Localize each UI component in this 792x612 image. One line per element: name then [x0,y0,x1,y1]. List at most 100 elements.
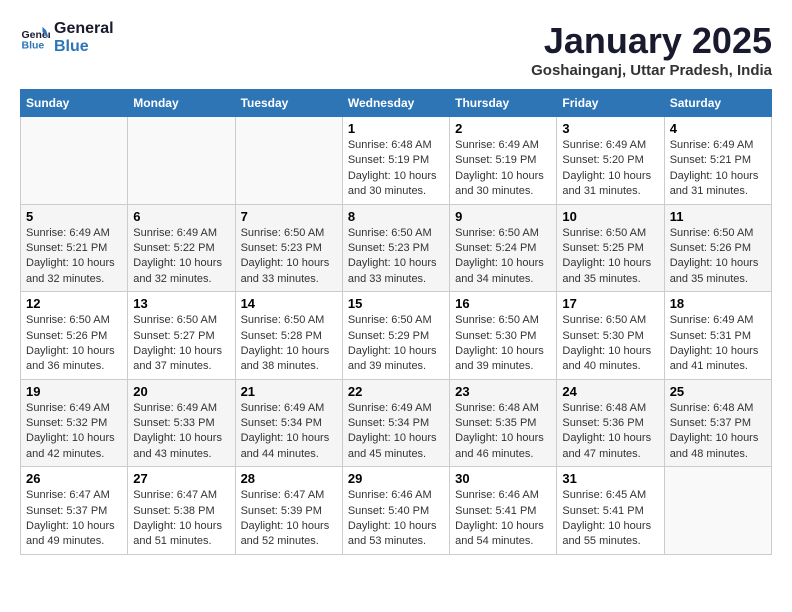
calendar-cell: 4Sunrise: 6:49 AM Sunset: 5:21 PM Daylig… [664,117,771,205]
calendar-cell: 8Sunrise: 6:50 AM Sunset: 5:23 PM Daylig… [342,204,449,292]
calendar-cell: 7Sunrise: 6:50 AM Sunset: 5:23 PM Daylig… [235,204,342,292]
calendar-cell: 14 Sunrise: 6:50 AM Sunset: 5:28 PM Dayli… [235,292,342,380]
calendar-cell: 11 Sunrise: 6:50 AM Sunset: 5:26 PM Dayli… [664,204,771,292]
day-info: Sunrise: 6:50 AM Sunset: 5:25 PM Dayligh… [562,226,658,288]
header-cell-saturday: Saturday [664,90,771,117]
calendar-cell: 19 Sunrise: 6:49 AM Sunset: 5:32 PM Dayli… [21,379,128,467]
day-number: 14 [241,296,337,311]
header-cell-wednesday: Wednesday [342,90,449,117]
title-block: January 2025 Goshainganj, Uttar Pradesh,… [531,20,772,79]
calendar-cell: 25 Sunrise: 6:48 AM Sunset: 5:37 PM Dayli… [664,379,771,467]
day-number: 16 [455,296,551,311]
header-cell-thursday: Thursday [450,90,557,117]
calendar-cell: 2Sunrise: 6:49 AM Sunset: 5:19 PM Daylig… [450,117,557,205]
day-info: Sunrise: 6:49 AM Sunset: 5:22 PM Dayligh… [133,226,229,288]
day-number: 30 [455,471,551,486]
day-info: Sunrise: 6:47 AM Sunset: 5:39 PM Dayligh… [241,488,337,550]
logo-line2: Blue [54,38,114,56]
day-info: Sunrise: 6:50 AM Sunset: 5:26 PM Dayligh… [670,226,766,288]
calendar-cell: 6 Sunrise: 6:49 AM Sunset: 5:22 PM Daylig… [128,204,235,292]
day-number: 12 [26,296,122,311]
day-info: Sunrise: 6:49 AM Sunset: 5:34 PM Dayligh… [348,401,444,463]
svg-text:Blue: Blue [22,39,45,51]
day-number: 1 [348,121,444,136]
day-info: Sunrise: 6:49 AM Sunset: 5:21 PM Dayligh… [26,226,122,288]
day-number: 20 [133,384,229,399]
day-info: Sunrise: 6:47 AM Sunset: 5:38 PM Dayligh… [133,488,229,550]
day-info: Sunrise: 6:50 AM Sunset: 5:24 PM Dayligh… [455,226,551,288]
calendar-cell [664,467,771,555]
day-info: Sunrise: 6:49 AM Sunset: 5:34 PM Dayligh… [241,401,337,463]
day-info: Sunrise: 6:45 AM Sunset: 5:41 PM Dayligh… [562,488,658,550]
day-info: Sunrise: 6:50 AM Sunset: 5:30 PM Dayligh… [562,313,658,375]
header-cell-tuesday: Tuesday [235,90,342,117]
calendar-cell: 3 Sunrise: 6:49 AM Sunset: 5:20 PM Daylig… [557,117,664,205]
calendar-cell: 29Sunrise: 6:46 AM Sunset: 5:40 PM Dayli… [342,467,449,555]
day-info: Sunrise: 6:49 AM Sunset: 5:21 PM Dayligh… [670,138,766,200]
day-info: Sunrise: 6:50 AM Sunset: 5:28 PM Dayligh… [241,313,337,375]
day-number: 6 [133,209,229,224]
day-number: 10 [562,209,658,224]
day-number: 15 [348,296,444,311]
day-info: Sunrise: 6:50 AM Sunset: 5:23 PM Dayligh… [348,226,444,288]
day-info: Sunrise: 6:50 AM Sunset: 5:26 PM Dayligh… [26,313,122,375]
day-info: Sunrise: 6:49 AM Sunset: 5:32 PM Dayligh… [26,401,122,463]
day-number: 19 [26,384,122,399]
calendar-cell: 5Sunrise: 6:49 AM Sunset: 5:21 PM Daylig… [21,204,128,292]
calendar-week-3: 12 Sunrise: 6:50 AM Sunset: 5:26 PM Dayli… [21,292,772,380]
calendar-cell: 20 Sunrise: 6:49 AM Sunset: 5:33 PM Dayli… [128,379,235,467]
calendar-table: SundayMondayTuesdayWednesdayThursdayFrid… [20,89,772,555]
calendar-cell: 31 Sunrise: 6:45 AM Sunset: 5:41 PM Dayli… [557,467,664,555]
day-info: Sunrise: 6:47 AM Sunset: 5:37 PM Dayligh… [26,488,122,550]
calendar-cell: 30 Sunrise: 6:46 AM Sunset: 5:41 PM Dayli… [450,467,557,555]
calendar-cell: 13Sunrise: 6:50 AM Sunset: 5:27 PM Dayli… [128,292,235,380]
day-number: 9 [455,209,551,224]
calendar-cell: 1Sunrise: 6:48 AM Sunset: 5:19 PM Daylig… [342,117,449,205]
calendar-cell: 21 Sunrise: 6:49 AM Sunset: 5:34 PM Dayli… [235,379,342,467]
day-info: Sunrise: 6:49 AM Sunset: 5:31 PM Dayligh… [670,313,766,375]
calendar-cell: 28 Sunrise: 6:47 AM Sunset: 5:39 PM Dayli… [235,467,342,555]
day-info: Sunrise: 6:50 AM Sunset: 5:29 PM Dayligh… [348,313,444,375]
calendar-cell: 16Sunrise: 6:50 AM Sunset: 5:30 PM Dayli… [450,292,557,380]
calendar-cell: 17 Sunrise: 6:50 AM Sunset: 5:30 PM Dayli… [557,292,664,380]
logo-line1: General [54,20,114,38]
day-number: 23 [455,384,551,399]
day-number: 29 [348,471,444,486]
location-subtitle: Goshainganj, Uttar Pradesh, India [531,62,772,79]
calendar-week-4: 19 Sunrise: 6:49 AM Sunset: 5:32 PM Dayli… [21,379,772,467]
logo-icon: General Blue [20,23,50,53]
day-number: 28 [241,471,337,486]
day-info: Sunrise: 6:49 AM Sunset: 5:33 PM Dayligh… [133,401,229,463]
calendar-cell: 24Sunrise: 6:48 AM Sunset: 5:36 PM Dayli… [557,379,664,467]
day-info: Sunrise: 6:48 AM Sunset: 5:37 PM Dayligh… [670,401,766,463]
day-number: 17 [562,296,658,311]
day-info: Sunrise: 6:49 AM Sunset: 5:20 PM Dayligh… [562,138,658,200]
day-number: 26 [26,471,122,486]
calendar-cell [128,117,235,205]
day-number: 27 [133,471,229,486]
calendar-week-1: 1Sunrise: 6:48 AM Sunset: 5:19 PM Daylig… [21,117,772,205]
day-number: 7 [241,209,337,224]
day-info: Sunrise: 6:46 AM Sunset: 5:41 PM Dayligh… [455,488,551,550]
calendar-cell: 9 Sunrise: 6:50 AM Sunset: 5:24 PM Daylig… [450,204,557,292]
calendar-week-2: 5Sunrise: 6:49 AM Sunset: 5:21 PM Daylig… [21,204,772,292]
day-number: 24 [562,384,658,399]
day-number: 22 [348,384,444,399]
day-number: 25 [670,384,766,399]
calendar-cell: 10 Sunrise: 6:50 AM Sunset: 5:25 PM Dayli… [557,204,664,292]
calendar-cell [21,117,128,205]
day-number: 31 [562,471,658,486]
day-number: 11 [670,209,766,224]
day-number: 21 [241,384,337,399]
calendar-cell: 12 Sunrise: 6:50 AM Sunset: 5:26 PM Dayli… [21,292,128,380]
calendar-cell: 23 Sunrise: 6:48 AM Sunset: 5:35 PM Dayli… [450,379,557,467]
day-number: 3 [562,121,658,136]
calendar-cell: 15 Sunrise: 6:50 AM Sunset: 5:29 PM Dayli… [342,292,449,380]
day-info: Sunrise: 6:48 AM Sunset: 5:35 PM Dayligh… [455,401,551,463]
calendar-cell: 26 Sunrise: 6:47 AM Sunset: 5:37 PM Dayli… [21,467,128,555]
page-header: General Blue General Blue January 2025 G… [20,20,772,79]
header-row: SundayMondayTuesdayWednesdayThursdayFrid… [21,90,772,117]
calendar-cell: 22 Sunrise: 6:49 AM Sunset: 5:34 PM Dayli… [342,379,449,467]
day-info: Sunrise: 6:50 AM Sunset: 5:27 PM Dayligh… [133,313,229,375]
header-cell-monday: Monday [128,90,235,117]
